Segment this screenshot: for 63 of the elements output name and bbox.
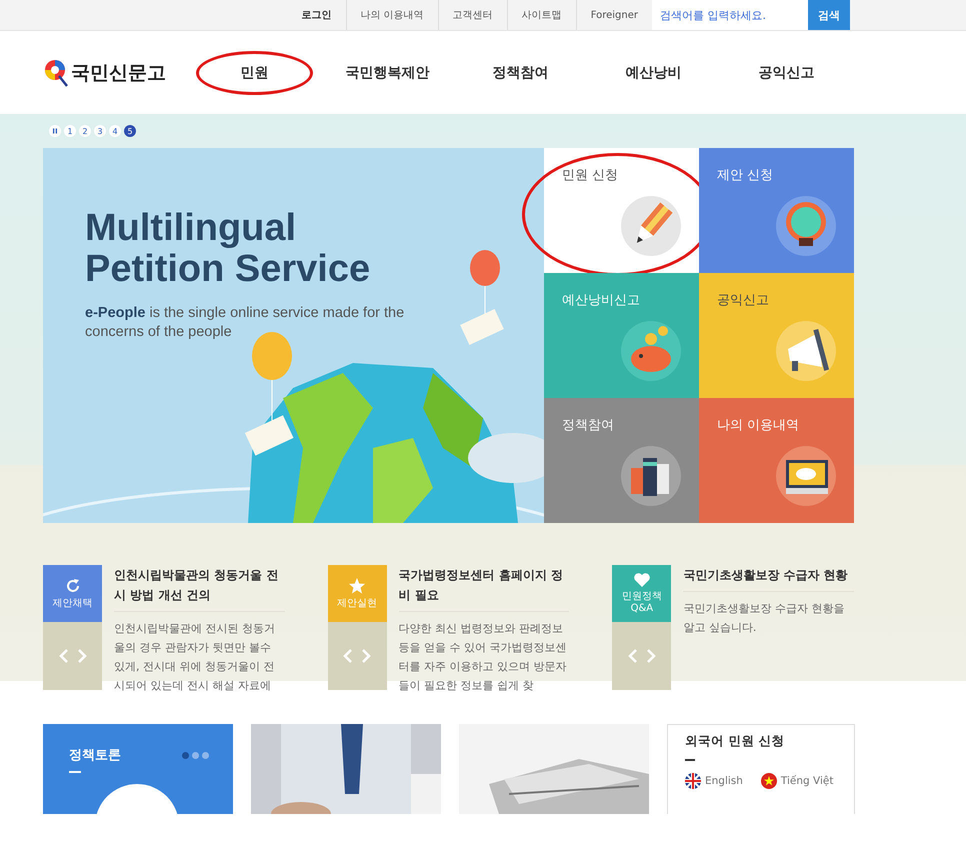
service-tile[interactable]: 제안 신청 bbox=[699, 148, 854, 273]
banner-subtitle: e-People is the single online service made for the concerns of the people bbox=[85, 304, 406, 342]
slide-dot[interactable] bbox=[182, 752, 189, 759]
logo-text: 국민신문고 bbox=[71, 60, 166, 86]
chevron-left-icon bbox=[628, 648, 638, 664]
news-summary: 인천시립박물관에 전시된 청동거울의 경우 관람자가 뒷면만 볼수 있게, 전시대 위에 청동거울이 전시되어 있는데 전시 해설 자료에 bbox=[114, 621, 276, 694]
category-badge: 민원정책 Q&A bbox=[612, 565, 672, 622]
nav-link[interactable]: 공익신고 bbox=[720, 50, 853, 94]
slide-page-button[interactable]: 2 bbox=[79, 125, 91, 137]
previous-button[interactable] bbox=[343, 648, 354, 664]
chevron-right-icon bbox=[361, 648, 372, 664]
chevron-right-icon bbox=[76, 648, 86, 664]
monitor-icon bbox=[776, 446, 836, 506]
slide-dot[interactable] bbox=[202, 752, 209, 759]
previous-button[interactable] bbox=[58, 648, 68, 664]
slide-page-button[interactable]: 5 bbox=[124, 125, 136, 137]
star-icon bbox=[348, 577, 366, 595]
chevron-left-icon bbox=[343, 648, 354, 664]
slide-page-button[interactable]: 3 bbox=[94, 125, 106, 137]
debate-title: 정책토론 bbox=[69, 747, 121, 764]
top-link[interactable]: 고객센터 bbox=[438, 0, 508, 30]
next-button[interactable] bbox=[76, 648, 86, 664]
nav-link[interactable]: 예산낭비 bbox=[587, 50, 720, 94]
top-link[interactable]: Foreigner bbox=[576, 0, 652, 30]
category-badge: 제안실현 bbox=[328, 565, 387, 622]
search-field[interactable]: 검색어를 입력하세요. bbox=[652, 0, 808, 30]
heart-icon bbox=[632, 572, 651, 588]
top-link[interactable]: 나의 이용내역 bbox=[346, 0, 439, 30]
language-link[interactable]: English bbox=[685, 773, 743, 789]
news-summary: 다양한 최신 법령정보와 판례정보 등을 얻을 수 있어 국가법령정보센터를 자주 이용하고 있으며 방문자들이 필요한 정보를 쉽게 찾 bbox=[398, 621, 568, 694]
top-link[interactable]: 사이트맵 bbox=[508, 0, 577, 30]
nav-link[interactable]: 국민행복제안 bbox=[321, 50, 454, 94]
previous-button[interactable] bbox=[628, 648, 638, 664]
slide-dot[interactable] bbox=[192, 752, 199, 759]
pencil-icon bbox=[621, 196, 681, 256]
bulb-icon bbox=[776, 196, 836, 256]
chevron-right-icon bbox=[646, 648, 656, 664]
service-tile[interactable]: 공익신고 bbox=[699, 273, 854, 398]
vietnam-flag-icon bbox=[760, 773, 777, 789]
top-link[interactable]: 로그인 bbox=[288, 0, 347, 30]
logo-icon bbox=[43, 58, 69, 88]
slide-page-button[interactable]: 4 bbox=[109, 125, 121, 137]
next-button[interactable] bbox=[361, 648, 372, 664]
next-button[interactable] bbox=[646, 648, 656, 664]
search-button[interactable]: 검색 bbox=[808, 0, 850, 30]
language-link[interactable]: Tiếng Việt bbox=[760, 773, 834, 789]
service-tile[interactable]: 정책참여 bbox=[544, 398, 699, 523]
banner-title: Multilingual Petition Service bbox=[85, 208, 372, 290]
panel-title: 외국어 민원 신청 bbox=[685, 733, 786, 750]
slide-page-button[interactable]: 1 bbox=[64, 125, 76, 137]
news-title[interactable]: 인천시립박물관의 청동거울 전시 방법 개선 건의 bbox=[114, 565, 285, 612]
nav-link[interactable]: 민원 bbox=[188, 50, 321, 94]
news-summary: 국민기초생활보장 수급자 현황을 알고 싶습니다. bbox=[683, 601, 846, 636]
nav-link[interactable]: 정책참여 bbox=[454, 50, 587, 94]
uk-flag-icon bbox=[685, 773, 701, 789]
books-icon bbox=[621, 446, 681, 506]
megaphone-icon bbox=[776, 321, 836, 381]
news-title[interactable]: 국가법령정보센터 홈페이지 정비 필요 bbox=[398, 565, 570, 612]
news-title[interactable]: 국민기초생활보장 수급자 현황 bbox=[683, 565, 854, 592]
category-badge: 제안채택 bbox=[43, 565, 102, 622]
chevron-left-icon bbox=[58, 648, 68, 664]
debate-card[interactable]: 정책토론 bbox=[43, 724, 233, 814]
piggy-icon bbox=[621, 321, 681, 381]
